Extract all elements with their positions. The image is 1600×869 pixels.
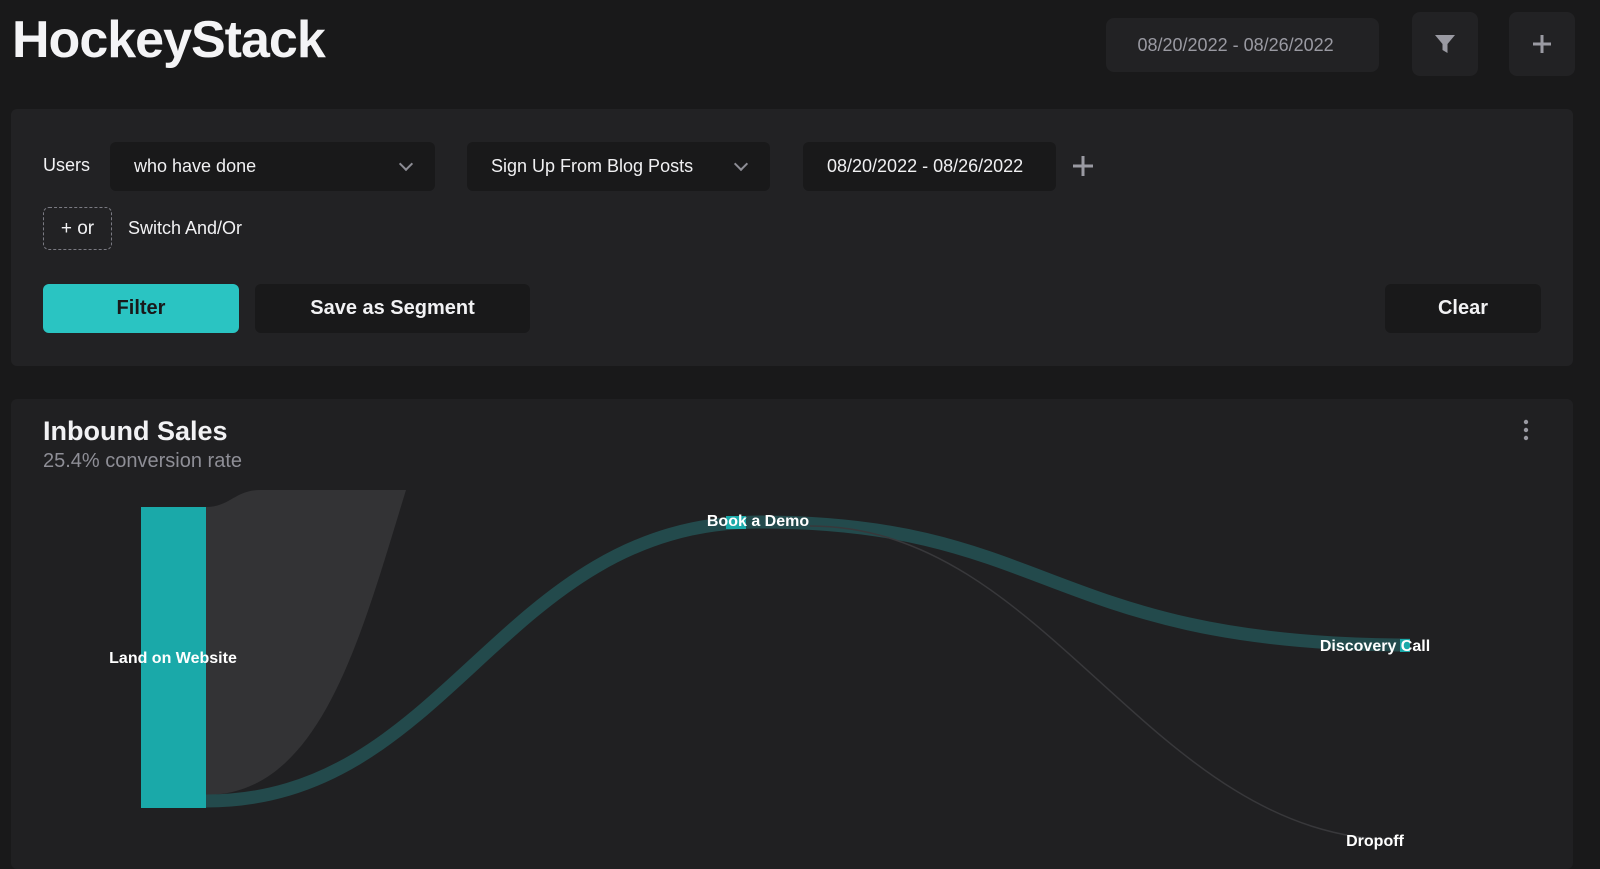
label-land-on-website: Land on Website <box>109 650 237 667</box>
label-book-a-demo: Book a Demo <box>707 513 809 530</box>
label-dropoff: Dropoff <box>1346 833 1404 850</box>
sankey-chart: Land on Website Book a Demo Discovery Ca… <box>109 490 1430 850</box>
link-demo-to-dropoff <box>809 525 1401 841</box>
label-discovery-call: Discovery Call <box>1320 638 1430 655</box>
link-demo-to-discovery <box>759 515 1411 652</box>
